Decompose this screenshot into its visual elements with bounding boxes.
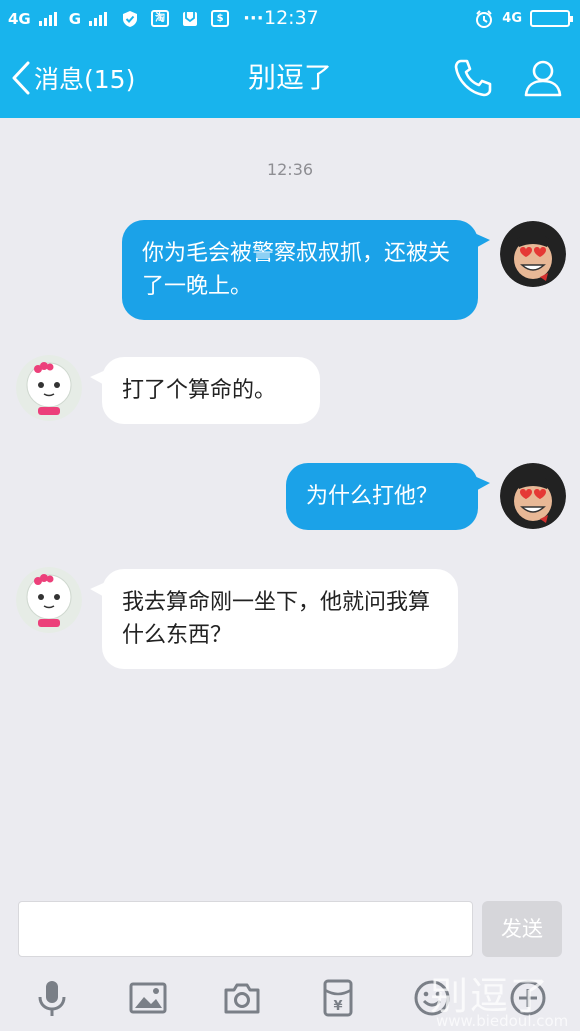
signal-bars-icon (38, 11, 57, 26)
back-button[interactable]: 消息(15) (10, 37, 135, 118)
network-label-g: G (68, 9, 82, 28)
message-bubble-outgoing[interactable]: 为什么打他？ (286, 463, 490, 530)
girl-avatar-icon (16, 567, 82, 633)
status-time: 12:37 (264, 7, 319, 29)
microphone-icon[interactable] (32, 978, 72, 1018)
status-left: 4G G 淘 $ ··· (8, 0, 264, 37)
message-bubble-outgoing[interactable]: 你为毛会被警察叔叔抓，还被关了一晚上。 (122, 220, 490, 320)
red-packet-icon[interactable]: ¥ (318, 978, 358, 1018)
battery-icon (530, 10, 573, 27)
profile-icon[interactable] (522, 57, 564, 99)
message-timestamp: 12:36 (266, 160, 314, 179)
message-bubble-incoming[interactable]: 打了个算命的。 (90, 357, 320, 424)
status-right: 4G (474, 0, 573, 37)
more-notifications-icon: ··· (243, 8, 264, 29)
input-bar: 发送 ¥ (0, 890, 580, 1031)
network-label-4g: 4G (8, 9, 31, 28)
signal-bars-icon (89, 11, 108, 26)
mail-icon (183, 11, 198, 26)
network-label-4g-right: 4G (502, 11, 522, 26)
shield-icon (123, 10, 138, 27)
camera-icon[interactable] (222, 978, 262, 1018)
contact-avatar[interactable] (16, 567, 82, 633)
send-button[interactable]: 发送 (482, 901, 562, 957)
chevron-left-icon (12, 61, 30, 94)
image-icon[interactable] (128, 978, 168, 1018)
taobao-icon: 淘 (151, 10, 170, 27)
girl-avatar-icon (16, 355, 82, 421)
monkey-avatar-icon (500, 221, 566, 287)
emoji-icon[interactable] (412, 978, 452, 1018)
back-label: 消息(15) (34, 64, 136, 94)
contact-avatar[interactable] (16, 355, 82, 421)
message-input[interactable] (18, 901, 473, 957)
my-avatar[interactable] (500, 463, 566, 529)
svg-text:¥: ¥ (333, 999, 342, 1014)
dollar-icon: $ (211, 10, 230, 27)
monkey-avatar-icon (500, 463, 566, 529)
message-bubble-incoming[interactable]: 我去算命刚一坐下，他就问我算什么东西？ (90, 569, 458, 669)
alarm-icon (476, 9, 493, 28)
my-avatar[interactable] (500, 221, 566, 287)
status-bar: 4G G 淘 $ ··· 12:37 4G (0, 0, 580, 37)
chat-header: 消息(15) 别逗了 (0, 37, 580, 118)
plus-icon[interactable] (508, 978, 548, 1018)
phone-call-icon[interactable] (452, 57, 494, 99)
